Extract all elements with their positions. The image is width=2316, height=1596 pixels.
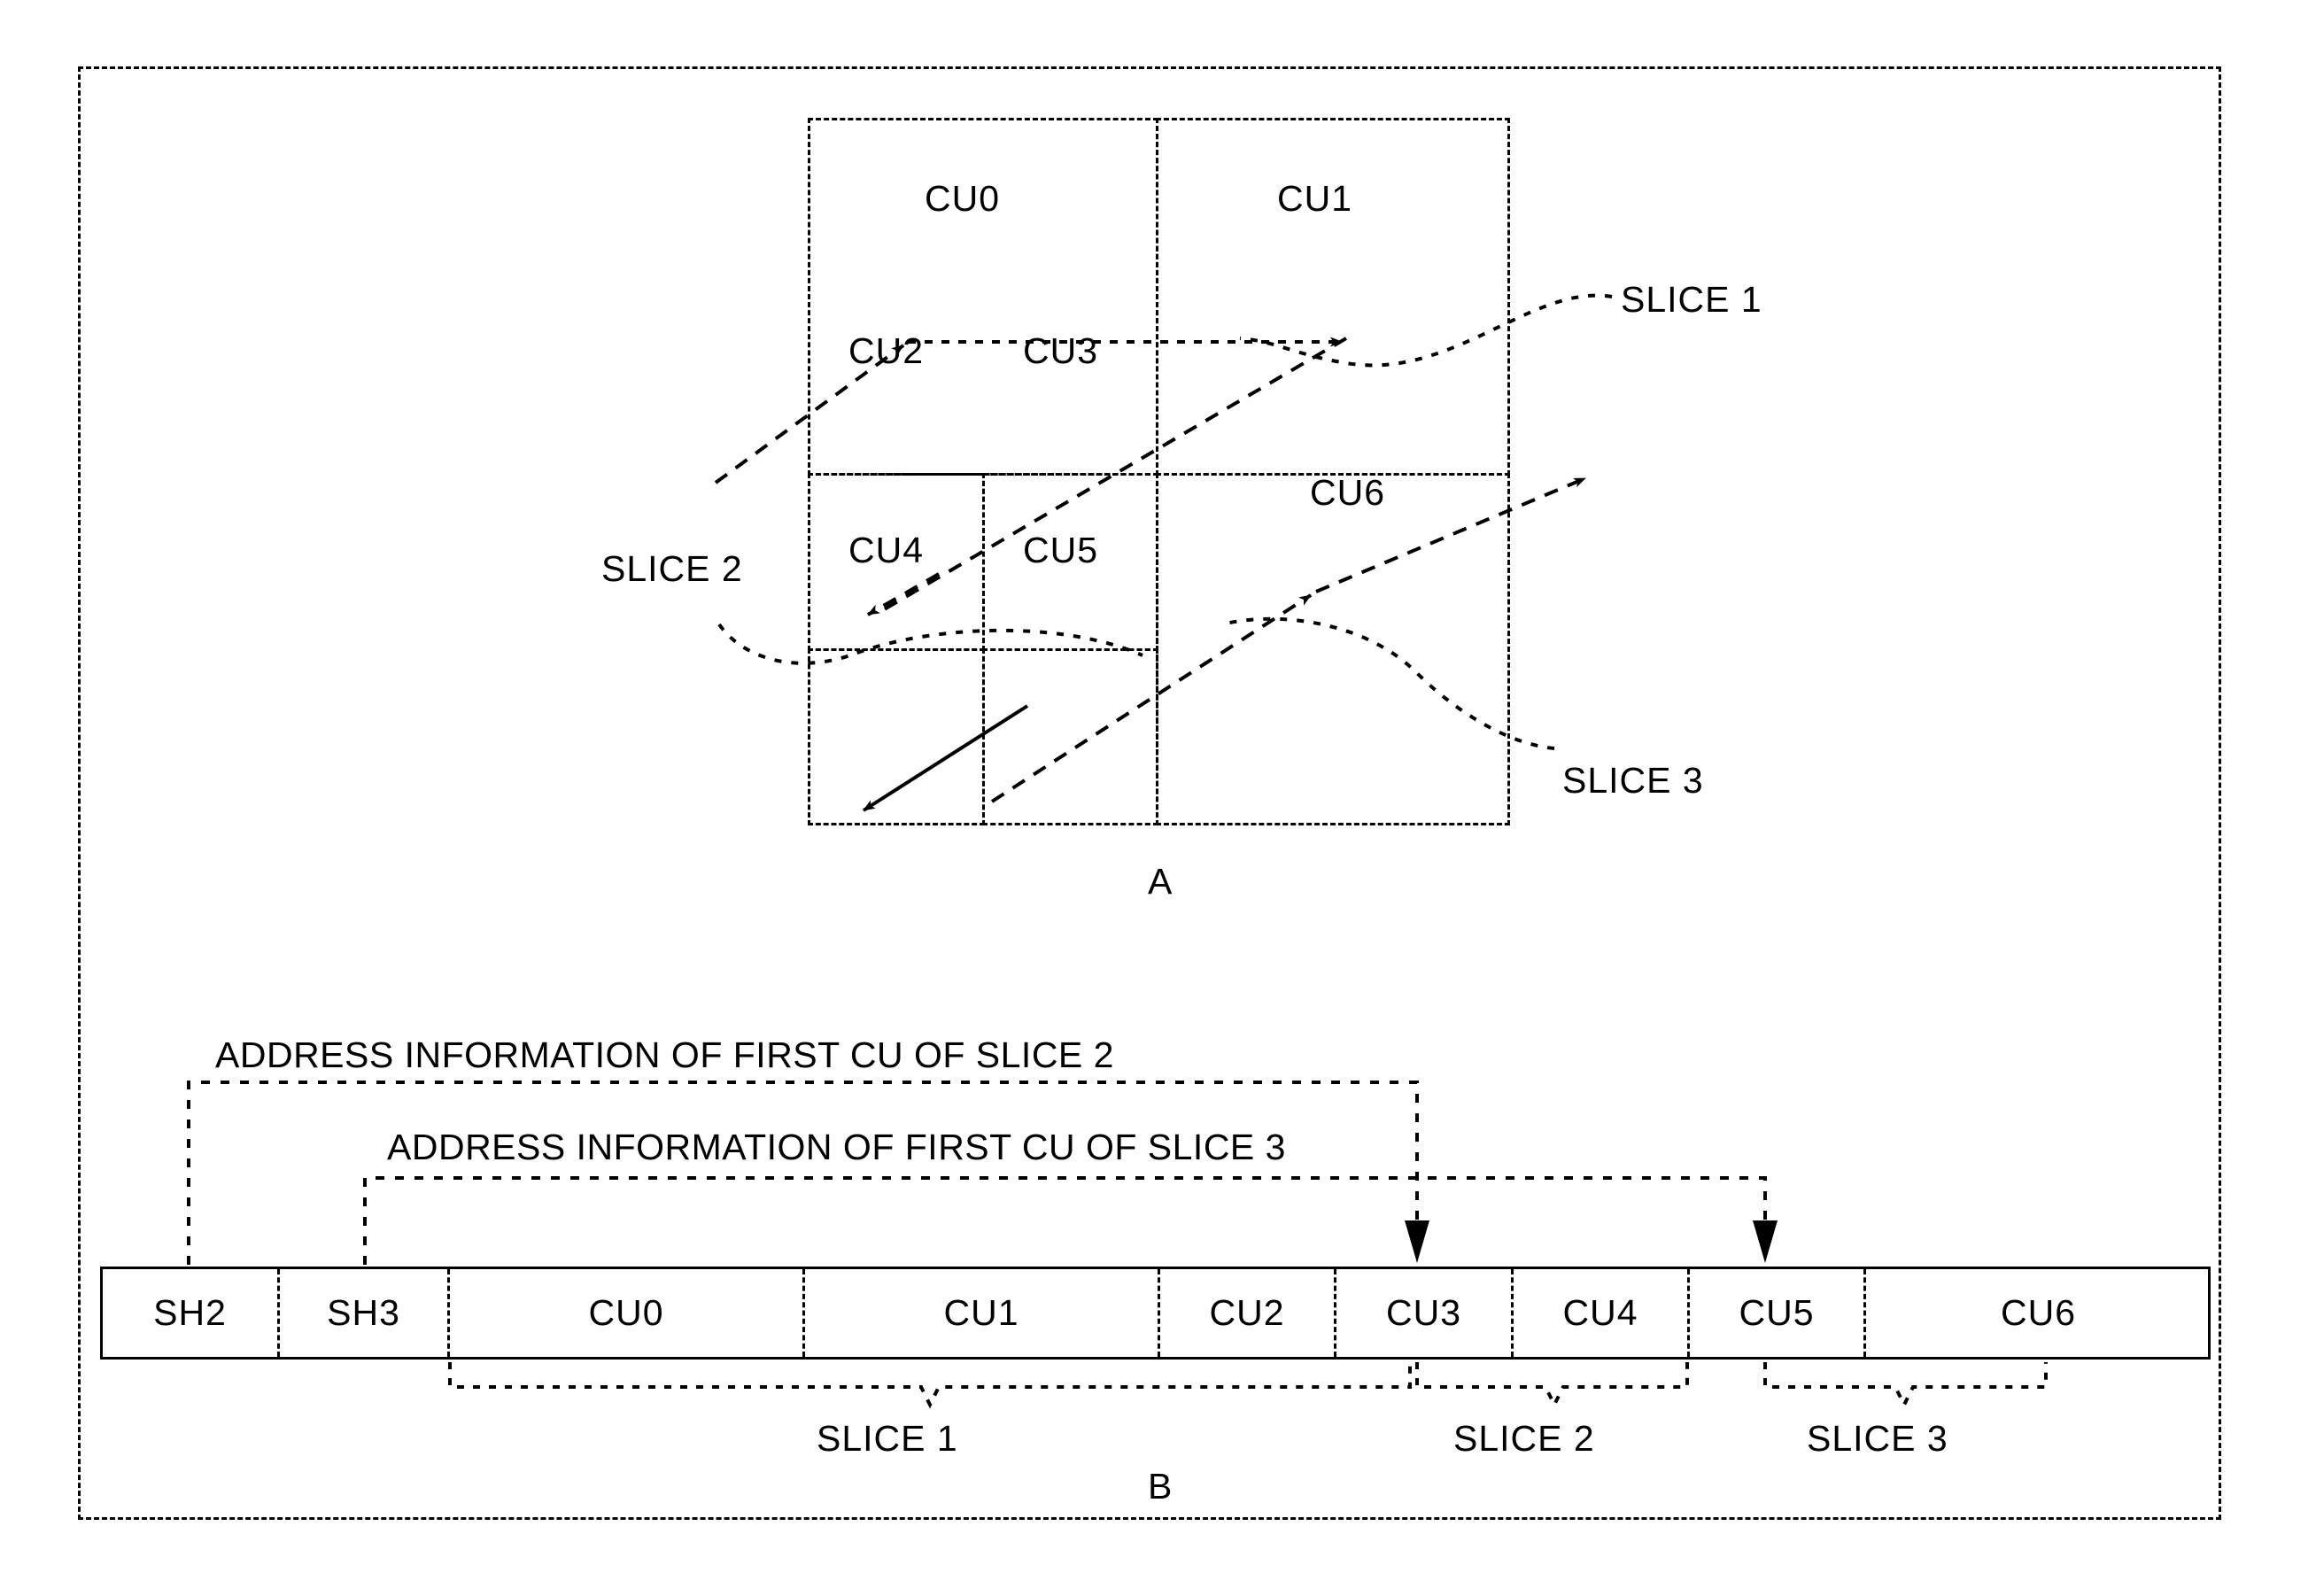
bitstream-cell-cu4[interactable]: CU4 bbox=[1514, 1269, 1690, 1357]
cu-label-cu0: CU0 bbox=[925, 178, 1001, 219]
panel-a-letter: A bbox=[1148, 861, 1173, 902]
bitstream-cell-label: CU0 bbox=[588, 1292, 664, 1333]
cu-label-cu6: CU6 bbox=[1310, 472, 1386, 513]
bitstream-cell-label: SH3 bbox=[327, 1292, 400, 1333]
cu-cell-cu4 bbox=[808, 648, 985, 825]
bitstream-cell-cu6[interactable]: CU6 bbox=[1866, 1269, 2211, 1357]
slice-brace-label-3: SLICE 3 bbox=[1807, 1418, 1948, 1459]
bitstream-bar: SH2 SH3 CU0 CU1 CU2 CU3 CU4 CU5 CU6 bbox=[100, 1267, 2211, 1360]
cu-label-cu3: CU3 bbox=[1023, 330, 1099, 371]
bitstream-cell-sh2[interactable]: SH2 bbox=[103, 1269, 280, 1357]
bitstream-cell-label: CU4 bbox=[1562, 1292, 1638, 1333]
bitstream-cell-cu3[interactable]: CU3 bbox=[1336, 1269, 1514, 1357]
cu-cell-cu1 bbox=[1156, 118, 1510, 476]
bitstream-cell-label: CU5 bbox=[1739, 1292, 1815, 1333]
cu-label-cu5: CU5 bbox=[1023, 530, 1099, 570]
slice-brace-label-1: SLICE 1 bbox=[817, 1418, 958, 1459]
bitstream-cell-label: SH2 bbox=[153, 1292, 227, 1333]
cu-label-cu4: CU4 bbox=[848, 530, 925, 570]
bitstream-cell-cu2[interactable]: CU2 bbox=[1160, 1269, 1336, 1357]
cu-cell-cu0 bbox=[808, 118, 1158, 476]
figure-root: CU0 CU1 CU2 CU3 CU4 CU5 CU6 SLICE 1 SLIC… bbox=[0, 0, 2316, 1596]
panel-b-letter: B bbox=[1148, 1466, 1173, 1507]
bitstream-cell-label: CU2 bbox=[1209, 1292, 1285, 1333]
cu-cell-cu5 bbox=[982, 648, 1158, 825]
bitstream-cell-cu1[interactable]: CU1 bbox=[805, 1269, 1160, 1357]
ctu-grid: CU0 CU1 CU2 CU3 CU4 CU5 CU6 bbox=[808, 118, 1510, 825]
slice-callout-label-2: SLICE 2 bbox=[601, 548, 743, 589]
address-info-slice3-label: ADDRESS INFORMATION OF FIRST CU OF SLICE… bbox=[387, 1127, 1286, 1167]
bitstream-cell-cu5[interactable]: CU5 bbox=[1690, 1269, 1866, 1357]
bitstream-cell-label: CU6 bbox=[2000, 1292, 2077, 1333]
slice-callout-label-3: SLICE 3 bbox=[1562, 760, 1704, 801]
cu-label-cu1: CU1 bbox=[1277, 178, 1353, 219]
address-info-slice2-label: ADDRESS INFORMATION OF FIRST CU OF SLICE… bbox=[215, 1034, 1114, 1075]
slice-callout-label-1: SLICE 1 bbox=[1621, 279, 1762, 320]
cu-label-cu2: CU2 bbox=[848, 330, 925, 371]
slice-brace-label-2: SLICE 2 bbox=[1453, 1418, 1595, 1459]
bitstream-cell-sh3[interactable]: SH3 bbox=[280, 1269, 450, 1357]
bitstream-cell-cu0[interactable]: CU0 bbox=[450, 1269, 805, 1357]
bitstream-cell-label: CU3 bbox=[1385, 1292, 1462, 1333]
cu-cell-cu6 bbox=[1156, 473, 1510, 825]
bitstream-cell-label: CU1 bbox=[943, 1292, 1019, 1333]
